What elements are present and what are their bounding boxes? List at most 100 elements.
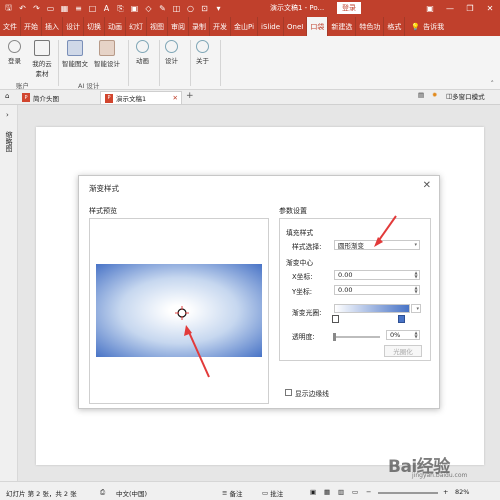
- zoom-out-icon[interactable]: −: [366, 488, 371, 496]
- redo-icon[interactable]: ↷: [31, 2, 42, 15]
- eyedropper-icon[interactable]: ✎: [157, 2, 168, 15]
- arrange-icon[interactable]: ◫: [171, 2, 182, 15]
- animation-button[interactable]: 动画: [136, 40, 149, 65]
- collapse-ribbon-icon[interactable]: ˄: [491, 80, 495, 88]
- transparency-slider[interactable]: [334, 336, 380, 338]
- close-tab-icon[interactable]: ✕: [173, 94, 178, 102]
- smart-graphic-button[interactable]: 智能图文: [62, 40, 88, 68]
- login-button[interactable]: 登录: [337, 2, 361, 14]
- account-login-button[interactable]: 登录: [8, 40, 21, 65]
- close-icon[interactable]: ✕: [423, 180, 431, 191]
- document-title: 演示文稿1 - Po...: [270, 4, 325, 12]
- x-coordinate-input[interactable]: 0.00 ▲ ▼: [334, 270, 420, 280]
- tab-list-icon[interactable]: ▤: [418, 91, 424, 99]
- tab-animations[interactable]: 动画: [105, 17, 126, 36]
- copy-icon[interactable]: ⎘: [115, 2, 126, 15]
- tab-home[interactable]: 开始: [21, 17, 42, 36]
- thumbnail-label[interactable]: 缩略图: [4, 131, 14, 152]
- title-bar: 🖫 ↶ ↷ ▭ ▦ ≡ □ A ⎘ ▣ ◇ ✎ ◫ ○ ⊡ ▾ 演示文稿1 - …: [0, 0, 500, 17]
- tab-review[interactable]: 审阅: [168, 17, 189, 36]
- tell-me[interactable]: 💡 告诉我: [411, 22, 444, 32]
- zoom-slider[interactable]: [378, 492, 438, 494]
- about-button[interactable]: 关于: [196, 40, 209, 65]
- group-ai-design: AI 设计: [78, 82, 100, 90]
- tab-jinshan[interactable]: 金山Pi: [231, 17, 259, 36]
- gradient-stop-left[interactable]: [332, 315, 339, 323]
- tab-file[interactable]: 文件: [0, 17, 21, 36]
- gradient-aperture-bar[interactable]: [334, 304, 410, 313]
- gradient-center-crosshair[interactable]: [175, 306, 189, 320]
- language-label[interactable]: 中文(中国): [116, 488, 147, 498]
- tab-design[interactable]: 设计: [63, 17, 84, 36]
- transparency-label: 透明度:: [292, 333, 315, 341]
- reading-view-icon[interactable]: ▥: [338, 488, 344, 496]
- close-icon[interactable]: ✕: [480, 0, 500, 17]
- tab-slideshow[interactable]: 幻灯: [126, 17, 147, 36]
- tab-transitions[interactable]: 切换: [84, 17, 105, 36]
- my-cloud-label: 我的云素材: [32, 60, 52, 78]
- ribbon-separator: [220, 40, 221, 86]
- text-icon[interactable]: ⊡: [199, 2, 210, 15]
- add-tab-icon[interactable]: +: [186, 91, 194, 101]
- textbox-icon[interactable]: A: [101, 2, 112, 15]
- undo-icon[interactable]: ↶: [17, 2, 28, 15]
- show-border-checkbox[interactable]: [285, 389, 292, 396]
- present-icon[interactable]: ▭: [45, 2, 56, 15]
- rectangle-icon[interactable]: □: [87, 2, 98, 15]
- zoom-in-icon[interactable]: +: [443, 488, 448, 496]
- notes-button[interactable]: ≡ 备注: [222, 488, 243, 498]
- tab-onei[interactable]: OneI: [284, 17, 308, 36]
- save-icon[interactable]: 🖫: [3, 2, 14, 15]
- slideshow-icon[interactable]: ▭: [352, 488, 358, 496]
- thumbnail-sidebar: › 缩略图: [0, 105, 18, 481]
- normal-view-icon[interactable]: ▣: [310, 488, 316, 496]
- tell-me-label: 告诉我: [423, 22, 445, 31]
- style-select-dropdown[interactable]: 圆形渐变 ▾: [334, 240, 420, 250]
- transparency-slider-knob[interactable]: [333, 333, 336, 341]
- multi-window-button[interactable]: ◫ 多窗口模式: [446, 91, 485, 101]
- tab-islide[interactable]: iSlide: [258, 17, 285, 36]
- tab-features[interactable]: 特色功: [356, 17, 385, 36]
- comments-button[interactable]: ▭ 批注: [262, 488, 283, 498]
- x-coordinate-label: X坐标:: [292, 273, 313, 281]
- transparency-input[interactable]: 0% ▲ ▼: [386, 330, 420, 340]
- home-icon[interactable]: ⌂: [5, 92, 9, 100]
- minimize-icon[interactable]: —: [440, 0, 460, 17]
- align-icon[interactable]: ≡: [73, 2, 84, 15]
- more-icon[interactable]: ▾: [213, 2, 224, 15]
- tab-format[interactable]: 格式: [384, 17, 406, 36]
- smart-graphic-icon: [67, 40, 83, 56]
- gradient-center-label: 渐变中心: [286, 259, 314, 267]
- settings-icon[interactable]: ✹: [432, 91, 437, 99]
- transparency-value: 0%: [390, 331, 401, 339]
- aperture-dropdown[interactable]: ▾: [411, 304, 421, 313]
- gradient-stop-right[interactable]: [398, 315, 405, 323]
- doc-tab-presentation[interactable]: P 演示文稿1 ✕: [100, 91, 182, 104]
- my-cloud-button[interactable]: 我的云素材: [30, 40, 54, 78]
- tab-developer[interactable]: 开发: [210, 17, 231, 36]
- design-button[interactable]: 设计: [165, 40, 178, 65]
- zoom-level[interactable]: 82%: [455, 488, 469, 496]
- slide-sorter-icon[interactable]: ▦: [324, 488, 330, 496]
- spellcheck-icon[interactable]: ⎙: [100, 488, 105, 497]
- spinner-icon[interactable]: ▲ ▼: [413, 331, 419, 339]
- shape-icon[interactable]: ◇: [143, 2, 154, 15]
- smart-design-button[interactable]: 智能设计: [94, 40, 120, 68]
- restore-icon[interactable]: ❐: [460, 0, 480, 17]
- tab-view[interactable]: 视图: [147, 17, 168, 36]
- expand-arrow-icon[interactable]: ›: [6, 111, 9, 119]
- table-icon[interactable]: ▦: [59, 2, 70, 15]
- ribbon-display-icon[interactable]: ▣: [420, 0, 440, 17]
- show-border-label: 显示边缘线: [295, 390, 329, 398]
- tab-insert[interactable]: 插入: [42, 17, 63, 36]
- spinner-icon[interactable]: ▲ ▼: [413, 271, 419, 279]
- tab-new[interactable]: 新建选: [328, 17, 357, 36]
- doc-tab-intro[interactable]: P 简介头图: [18, 91, 63, 104]
- circle-icon[interactable]: ○: [185, 2, 196, 15]
- tab-record[interactable]: 录制: [189, 17, 210, 36]
- picture-icon[interactable]: ▣: [129, 2, 140, 15]
- apply-aperture-button[interactable]: 光圈化: [384, 345, 422, 357]
- tab-pocket[interactable]: 口袋: [307, 17, 329, 36]
- spinner-icon[interactable]: ▲ ▼: [413, 286, 419, 294]
- y-coordinate-input[interactable]: 0.00 ▲ ▼: [334, 285, 420, 295]
